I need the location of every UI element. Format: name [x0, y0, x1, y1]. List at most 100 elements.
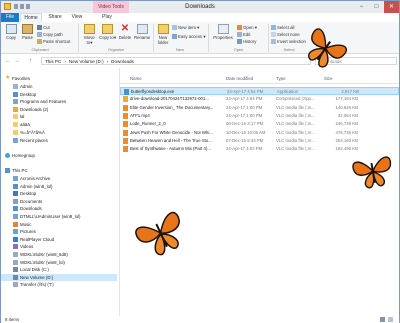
sidebar-item-favorite[interactable]: Desktop: [1, 91, 117, 98]
sidebar-item-favorite[interactable]: Admin: [1, 83, 117, 90]
sidebar-item-pc[interactable]: WDKL\ISdKr (win8_5d8): [1, 251, 117, 258]
copy-path-button[interactable]: Copy path: [37, 32, 63, 38]
sidebar-item-pc[interactable]: Downloads: [1, 205, 117, 212]
tab-file[interactable]: File: [1, 13, 19, 22]
file-name: drive-download-20170424T132972-001...: [130, 96, 209, 102]
file-row[interactable]: Elite Gender Inversion_ The Documentary.…: [120, 104, 399, 112]
file-row[interactable]: ATF1.mp4 24-Apr-17 1:00 PM VLC media file …: [120, 112, 399, 120]
large-icons-view-icon[interactable]: [388, 317, 393, 322]
column-header-name[interactable]: Name: [130, 74, 142, 83]
nav-favorites[interactable]: ★ Favorites: [1, 75, 121, 82]
select-none-button[interactable]: Select none: [271, 32, 300, 38]
column-header-date[interactable]: Date modified: [226, 74, 253, 83]
crumb-this-pc[interactable]: This PC: [45, 59, 61, 64]
file-name: Lode_Runner_2_0: [130, 121, 166, 127]
paste-shortcut-button[interactable]: Paste shortcut: [37, 39, 70, 45]
minimize-button[interactable]: −: [354, 1, 369, 13]
sidebar-item-pc[interactable]: Admin (win8_lol): [1, 183, 117, 190]
nav-homegroup[interactable]: Homegroup: [1, 152, 117, 159]
crumb-downloads[interactable]: Downloads: [111, 59, 134, 64]
status-bar: 8 items: [1, 316, 399, 323]
sidebar-item-label: Programs and Features: [20, 99, 67, 105]
maximize-button[interactable]: □: [369, 1, 384, 13]
rename-button[interactable]: Rename: [134, 24, 150, 40]
move-to-button[interactable]: Move to▾: [81, 24, 98, 46]
delete-button[interactable]: ✕ Delete: [118, 24, 132, 41]
file-row[interactable]: Lode_Runner_2_0 06-Dec-16 3:17 PM VLC medi…: [120, 120, 399, 128]
drive-icon: [13, 191, 18, 197]
up-button[interactable]: ↑: [29, 58, 32, 64]
file-name: Between Heaven and Hell - The True Sto..…: [130, 137, 212, 143]
invert-selection-button[interactable]: Invert selection: [271, 39, 306, 45]
file-row[interactable]: drive-download-20170424T132972-001... 24-…: [120, 95, 399, 103]
sidebar-item-label: New Volume (D:): [20, 274, 54, 280]
new-folder-button[interactable]: New folder: [156, 24, 170, 45]
sidebar-item-pc[interactable]: New Volume (D:): [1, 273, 117, 281]
file-name: Best of Synthwave - Autumn Mix (Part 4).…: [130, 146, 211, 152]
copy-icon: [5, 24, 17, 34]
drive-icon: [13, 274, 18, 280]
sidebar-item-pc[interactable]: WDKL\ISdKr (win8_lol): [1, 259, 117, 266]
open-button[interactable]: Open ▾: [237, 25, 257, 31]
crumb-new-volume[interactable]: New Volume (D:): [69, 59, 104, 64]
sidebar-item-pc[interactable]: Pictures: [1, 228, 117, 235]
file-type: VLC media file (.m...: [276, 112, 315, 118]
close-button[interactable]: ✕: [384, 1, 399, 13]
sidebar-item-pc[interactable]: Music: [1, 221, 117, 228]
sidebar-item-favorite[interactable]: aäää: [1, 121, 117, 128]
column-header-type[interactable]: Type: [276, 74, 286, 83]
group-label-organize: Organize: [107, 47, 125, 52]
sidebar-item-label: Admin (win8_lol): [20, 183, 53, 189]
file-size: 476,735 KB: [335, 129, 358, 135]
drive-icon: [13, 214, 18, 219]
nav-this-pc[interactable]: This PC: [1, 167, 117, 174]
tab-view[interactable]: View: [67, 13, 87, 22]
new-item-button[interactable]: New item ▾: [172, 25, 199, 31]
file-date: 24-Apr-17 1:00 PM: [226, 112, 263, 118]
file-type: VLC media file (.m...: [276, 146, 315, 152]
group-label-clipboard: Clipboard: [31, 47, 49, 52]
sidebar-item-favorite[interactable]: %=å^Ä*å%Â: [1, 129, 117, 136]
sidebar-item-pc[interactable]: RealPlayer Cloud: [1, 236, 117, 243]
sidebar-item-favorite[interactable]: Programs and Features: [1, 98, 117, 105]
file-row[interactable]: butterflyondesktop.exe 24-Apr-17 4:54 PM A…: [120, 87, 399, 95]
sidebar-item-favorite[interactable]: Downloads (2): [1, 106, 117, 113]
edit-button[interactable]: Edit: [237, 32, 250, 38]
sidebar-item-label: Transfer (\\fs) (T:): [20, 282, 54, 288]
copy-button[interactable]: Copy: [4, 24, 18, 40]
drive-icon: [13, 252, 18, 257]
easy-access-button[interactable]: Easy access ▾: [172, 34, 205, 40]
history-button[interactable]: History: [237, 39, 256, 45]
details-view-icon[interactable]: [380, 317, 385, 322]
back-button[interactable]: ←: [5, 58, 11, 64]
column-header-size[interactable]: Size: [324, 74, 333, 83]
sidebar-item-label: %=å^Ä*å%Â: [20, 129, 45, 135]
crumb-separator[interactable]: ›: [107, 59, 109, 64]
sidebar-item-favorite[interactable]: lal: [1, 113, 117, 120]
file-row[interactable]: Between Heaven and Hell - The True Sto..…: [120, 137, 399, 145]
properties-button[interactable]: Properties: [211, 24, 235, 40]
sidebar-item-pc[interactable]: Transfer (\\fs) (T:): [1, 281, 117, 288]
sidebar-item-pc[interactable]: Acronis Archive: [1, 175, 117, 182]
tab-share[interactable]: Share: [44, 13, 66, 22]
folder-icon: [13, 99, 18, 105]
tab-play[interactable]: Play: [97, 13, 117, 22]
nav-recent-places[interactable]: Recent places: [1, 137, 117, 144]
crumb-separator[interactable]: ›: [64, 59, 66, 64]
address-box[interactable]: This PC › New Volume (D:) › Downloads: [41, 57, 311, 65]
file-row[interactable]: Jews Push For White Genocide - Not Whi..…: [120, 129, 399, 137]
sidebar-item-pc[interactable]: Desktop: [1, 190, 117, 197]
drive-icon: [13, 229, 18, 235]
drive-icon: [13, 183, 18, 189]
paste-button[interactable]: Paste: [20, 24, 35, 40]
sidebar-item-pc[interactable]: Local Disk (C:): [1, 266, 117, 273]
cut-button[interactable]: Cut: [37, 25, 50, 31]
sidebar-item-pc[interactable]: DTMLL\UAdminUser (win8_lol): [1, 213, 117, 220]
select-all-button[interactable]: Select all: [271, 25, 294, 31]
file-type: VLC media file (.m...: [276, 104, 315, 110]
sidebar-item-pc[interactable]: Videos: [1, 243, 117, 250]
forward-button[interactable]: →: [14, 58, 20, 64]
file-size: 246,736 KB: [335, 121, 358, 127]
sidebar-item-pc[interactable]: Documents: [1, 198, 117, 205]
copy-to-button[interactable]: Copy to▾: [99, 24, 116, 41]
